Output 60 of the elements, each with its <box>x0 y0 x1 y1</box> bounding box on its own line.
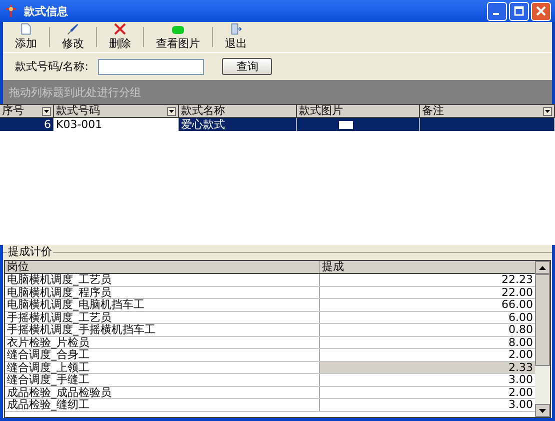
toolbar-button[interactable]: 修改 <box>56 23 90 51</box>
close-icon <box>536 6 546 16</box>
table-cell: 电脑横机调度_工艺员 <box>5 274 320 286</box>
table-cell: K03-001 <box>54 118 179 131</box>
app-icon <box>4 4 18 18</box>
table-cell: 缝合调度_手缝工 <box>5 374 320 386</box>
table-cell: 电脑横机调度_程序员 <box>5 286 320 298</box>
table-cell-text: 3.00 <box>508 374 534 386</box>
search-field[interactable] <box>98 58 204 74</box>
column-header[interactable]: 款式图片 <box>297 105 420 118</box>
table-cell: 成品检验_缝纫工 <box>5 399 320 410</box>
toolbar-button[interactable]: 查看图片 <box>150 23 206 51</box>
dropdown-icon[interactable] <box>167 106 176 116</box>
column-header[interactable]: 款式号码 <box>54 105 179 118</box>
scroll-thumb[interactable] <box>535 274 550 366</box>
table-cell: 2.33 <box>320 362 535 373</box>
toolbar-button[interactable]: 添加 <box>9 23 43 51</box>
column-header[interactable]: 备注 <box>420 105 555 118</box>
minimize-button[interactable] <box>487 2 507 20</box>
image-thumbnail <box>339 120 353 128</box>
table-cell: 缝合调度_合身工 <box>5 349 320 360</box>
dropdown-icon[interactable] <box>543 106 552 116</box>
maximize-button[interactable] <box>509 2 529 20</box>
table-cell: 成品检验_成品检验员 <box>5 386 320 398</box>
scroll-up-icon[interactable] <box>539 266 546 270</box>
table-cell-text: 6.00 <box>508 312 534 323</box>
table-cell-text: 3.00 <box>508 399 534 410</box>
scroll-down-icon[interactable] <box>539 408 546 412</box>
column-header[interactable]: 提成 <box>320 261 535 273</box>
table-cell: 手摇横机调度_工艺员 <box>5 312 320 323</box>
table-cell-text: 0.80 <box>508 324 534 336</box>
pen-icon <box>66 23 80 35</box>
table-cell-text: 22.23 <box>500 274 534 286</box>
groupbox-title: 提成计价 <box>7 246 53 258</box>
rounded-rectangle-icon <box>171 25 185 35</box>
column-header[interactable]: 款式名称 <box>179 105 297 118</box>
search-label: 款式号码/名称: <box>15 59 88 74</box>
search-button[interactable]: 查询 <box>222 58 272 75</box>
table-cell: 衣片检验_片检员 <box>5 336 320 348</box>
group-hint: 拖动列标题到此处进行分组 <box>9 84 141 100</box>
vertical-scrollbar[interactable] <box>535 261 550 417</box>
table-cell: 爱心款式 <box>179 118 297 131</box>
table-cell-text: 8.00 <box>508 336 534 348</box>
toolbar-button[interactable]: 删除 <box>103 23 137 51</box>
delete-icon <box>114 23 126 35</box>
table-cell-text: 66.00 <box>500 299 534 310</box>
table-cell-text: 2.00 <box>508 386 534 398</box>
door-icon <box>229 23 243 35</box>
close-button[interactable] <box>531 2 551 20</box>
toolbar-button[interactable]: 退出 <box>219 23 253 51</box>
dropdown-icon[interactable] <box>42 106 51 116</box>
column-header[interactable]: 岗位 <box>5 261 320 273</box>
table-cell-text: 22.00 <box>500 286 534 298</box>
table-cell: 电脑横机调度_电脑机挡车工 <box>5 299 320 310</box>
window-title: 款式信息 <box>24 4 68 18</box>
table-cell-text: 2.00 <box>508 349 534 360</box>
column-header[interactable]: 序号 <box>0 105 54 118</box>
table-row[interactable]: 6 K03-001 爱心款式 <box>0 118 555 131</box>
table-cell: 手摇横机调度_手摇横机挡车工 <box>5 324 320 336</box>
maximize-icon <box>514 6 524 16</box>
